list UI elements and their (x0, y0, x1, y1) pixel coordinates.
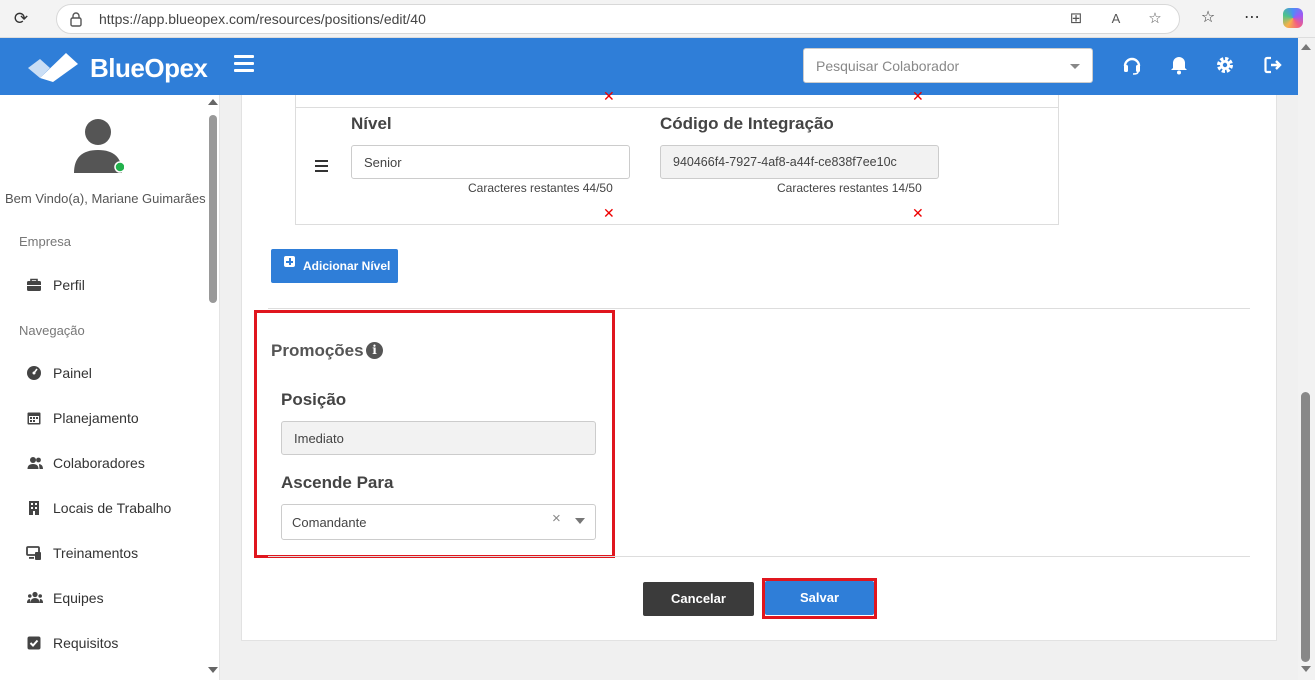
app-header: BlueOpex Pesquisar Colaborador (0, 38, 1298, 95)
blueopex-logo-icon (28, 53, 78, 82)
scroll-down-icon[interactable] (208, 667, 218, 673)
building-icon (29, 501, 39, 515)
integration-code-input[interactable]: 940466f4-7927-4af8-a44f-ce838f7ee10c (660, 145, 939, 179)
sidebar-item-locais-de-trabalho[interactable]: Locais de Trabalho (0, 493, 205, 523)
lock-icon[interactable] (69, 11, 83, 27)
sidebar-item-label: Perfil (53, 277, 85, 293)
nivel-char-counter: Caracteres restantes 44/50 (468, 181, 613, 195)
sidebar-item-equipes[interactable]: Equipes (0, 583, 205, 613)
sidebar-item-label: Painel (53, 365, 92, 381)
user-avatar-icon (74, 119, 124, 173)
sidebar-item-perfil[interactable]: Perfil (0, 270, 205, 300)
integration-code-label: Código de Integração (660, 114, 834, 133)
read-aloud-icon[interactable]: A (1107, 10, 1125, 28)
sidebar-item-colaboradores[interactable]: Colaboradores (0, 448, 205, 478)
add-level-button[interactable]: Adicionar Nível (271, 249, 398, 283)
team-icon (27, 591, 43, 603)
scrollbar-thumb[interactable] (1301, 392, 1310, 662)
employee-search-select[interactable]: Pesquisar Colaborador (803, 48, 1093, 83)
promotions-title: Promoções (271, 341, 364, 360)
sidebar-item-label: Equipes (53, 590, 104, 606)
headset-icon[interactable] (1122, 55, 1142, 75)
calendar-icon (27, 412, 41, 425)
sidebar-item-requisitos[interactable]: Requisitos (0, 628, 205, 658)
sidebar-item-label: Planejamento (53, 410, 139, 426)
remove-nivel-icon[interactable]: ✕ (603, 205, 615, 222)
scroll-up-icon[interactable] (208, 99, 218, 105)
favorites-list-icon[interactable]: ☆ (1197, 7, 1219, 29)
cancel-button[interactable]: Cancelar (643, 582, 754, 616)
sidebar-item-label: Colaboradores (53, 455, 145, 471)
dashboard-icon (27, 366, 41, 380)
info-icon[interactable]: i (366, 342, 383, 359)
search-placeholder: Pesquisar Colaborador (816, 58, 960, 74)
sidebar-item-planejamento[interactable]: Planejamento (0, 403, 205, 433)
app-grid-icon[interactable]: ⊞ (1067, 10, 1085, 28)
copilot-icon[interactable] (1283, 8, 1303, 28)
integration-code-char-counter: Caracteres restantes 14/50 (777, 181, 922, 195)
clear-selection-icon[interactable]: × (552, 510, 561, 527)
brand-name: BlueOpex (90, 53, 208, 83)
section-label-navigation: Navegação (19, 323, 85, 338)
page-scrollbar[interactable] (1298, 38, 1315, 680)
scrollbar-thumb[interactable] (209, 115, 217, 303)
favorite-star-icon[interactable]: ☆ (1146, 10, 1164, 28)
section-divider (268, 556, 1250, 557)
sidebar-item-treinamentos[interactable]: Treinamentos (0, 538, 205, 568)
section-label-company: Empresa (19, 234, 72, 249)
nivel-input[interactable]: Senior (351, 145, 630, 179)
users-icon (27, 457, 43, 469)
checkbox-icon (27, 636, 41, 650)
training-icon (26, 546, 41, 560)
sidebar: Bem Vindo(a), Mariane Guimarães Empresa … (0, 95, 220, 680)
position-label: Posição (281, 390, 347, 409)
briefcase-icon (27, 278, 41, 291)
chevron-down-icon[interactable] (575, 518, 585, 524)
plus-square-icon (284, 256, 295, 267)
sidebar-item-label: Treinamentos (53, 545, 139, 561)
sidebar-item-label: Requisitos (53, 635, 119, 651)
url-text[interactable]: https://app.blueopex.com/resources/posit… (99, 11, 426, 27)
ascends-to-label: Ascende Para (281, 473, 394, 492)
scroll-up-icon[interactable] (1301, 44, 1311, 50)
save-button[interactable]: Salvar (765, 581, 874, 615)
more-options-icon[interactable]: ⋯ (1241, 7, 1263, 29)
address-bar[interactable]: https://app.blueopex.com/resources/posit… (56, 4, 1180, 34)
browser-chrome: ⟳ https://app.blueopex.com/resources/pos… (0, 0, 1315, 38)
drag-handle-icon[interactable] (315, 160, 328, 172)
sidebar-item-painel[interactable]: Painel (0, 358, 205, 388)
welcome-message: Bem Vindo(a), Mariane Guimarães (5, 191, 206, 206)
section-divider (268, 308, 1250, 309)
row-divider (296, 107, 1058, 108)
position-input[interactable]: Imediato (281, 421, 596, 455)
ascends-to-select[interactable]: Comandante (281, 504, 596, 540)
remove-integration-code-icon[interactable]: ✕ (912, 205, 924, 222)
sidebar-item-label: Locais de Trabalho (53, 500, 172, 516)
menu-toggle-icon[interactable] (234, 55, 254, 73)
bell-icon[interactable] (1169, 55, 1189, 75)
remove-prev-nivel-icon[interactable]: ✕ (603, 88, 615, 105)
nivel-label: Nível (351, 114, 392, 133)
logout-icon[interactable] (1263, 55, 1283, 75)
add-level-label: Adicionar Nível (303, 259, 391, 273)
settings-gear-icon[interactable] (1215, 55, 1235, 75)
scroll-down-icon[interactable] (1301, 666, 1311, 672)
chevron-down-icon (1070, 64, 1080, 69)
remove-prev-code-icon[interactable]: ✕ (912, 88, 924, 105)
sidebar-scrollbar[interactable] (207, 95, 219, 680)
reload-icon[interactable]: ⟳ (10, 8, 32, 30)
